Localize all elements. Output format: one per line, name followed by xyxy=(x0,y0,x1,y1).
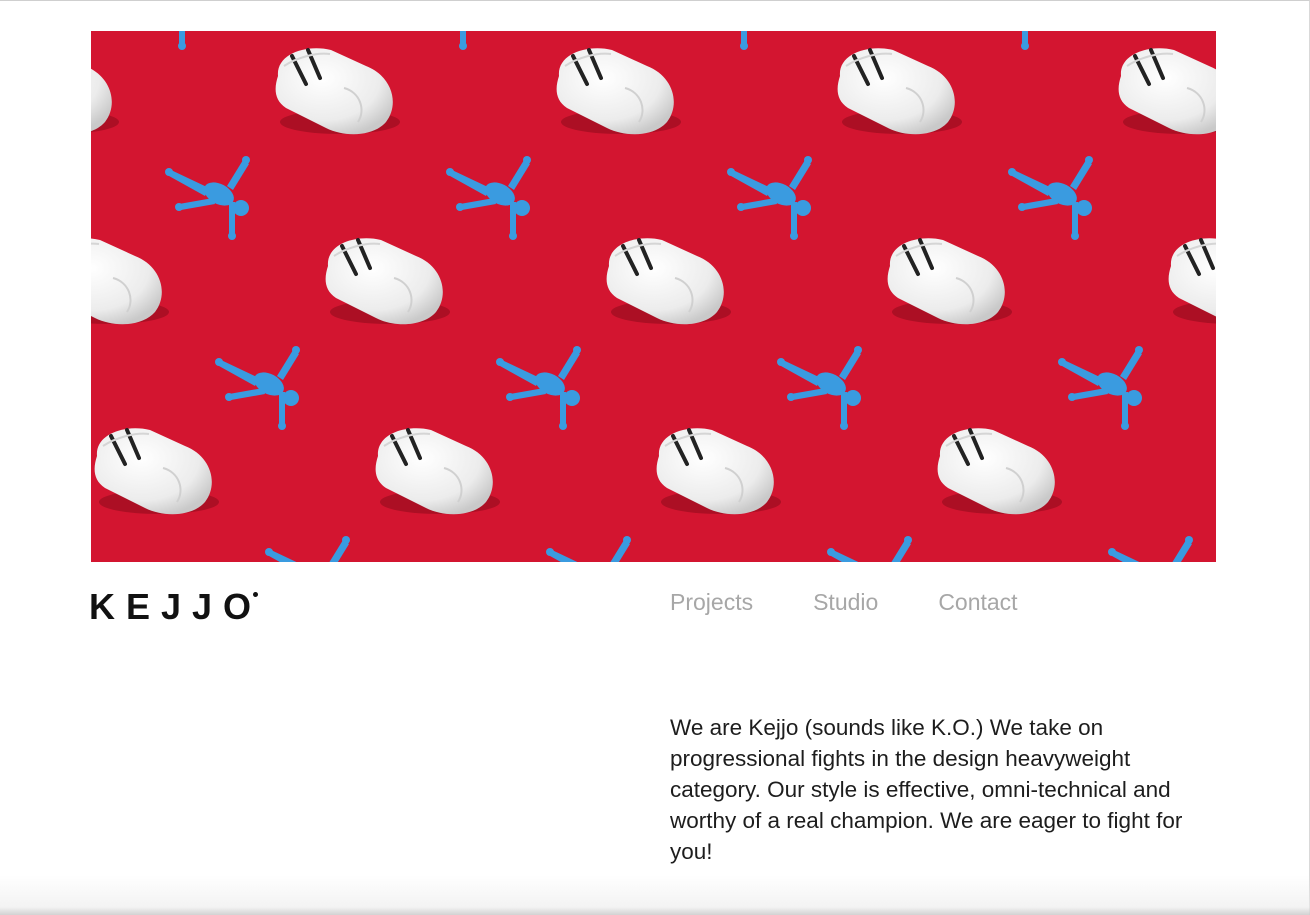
boxing-glove-icon xyxy=(885,236,1014,327)
boxing-glove-icon xyxy=(604,236,733,327)
fighter-figurine-icon xyxy=(115,31,200,50)
fighter-figurine-icon xyxy=(396,31,481,50)
fighter-figurine-icon xyxy=(215,346,300,430)
boxing-glove-icon xyxy=(835,46,964,137)
boxing-glove-icon xyxy=(654,426,783,517)
boxing-glove-icon xyxy=(91,46,121,137)
fighter-figurine-icon xyxy=(165,156,250,240)
boxing-glove-icon xyxy=(273,46,402,137)
fighter-figurine-icon xyxy=(827,536,912,562)
fighter-figurine-icon xyxy=(677,31,762,50)
main-nav: Projects Studio Contact xyxy=(670,589,1018,616)
boxing-glove-icon xyxy=(323,236,452,327)
fighter-figurine-icon xyxy=(1108,536,1193,562)
hero-image xyxy=(91,31,1216,562)
about-text: We are Kejjo (sounds like K.O.) We take … xyxy=(670,715,1183,864)
page: KEJJO Projects Studio Contact We are Kej… xyxy=(0,0,1310,915)
logo-dot-icon xyxy=(253,592,258,597)
fighter-figurine-icon xyxy=(777,346,862,430)
boxing-glove-icon xyxy=(935,426,1064,517)
nav-studio-link[interactable]: Studio xyxy=(813,589,878,616)
boxing-glove-icon xyxy=(1116,46,1216,137)
window-bottom-shadow xyxy=(0,875,1310,915)
fighter-figurine-icon xyxy=(1008,156,1093,240)
fighter-figurine-icon xyxy=(1058,346,1143,430)
fighter-figurine-icon xyxy=(727,156,812,240)
kejjo-logo[interactable]: KEJJO xyxy=(89,587,262,627)
boxing-glove-icon xyxy=(1166,236,1216,327)
boxing-glove-icon xyxy=(373,426,502,517)
fighter-figurine-icon xyxy=(265,536,350,562)
fighter-figurine-icon xyxy=(496,346,581,430)
boxing-glove-icon xyxy=(554,46,683,137)
nav-contact-link[interactable]: Contact xyxy=(938,589,1017,616)
boxing-glove-icon xyxy=(91,236,171,327)
boxing-glove-icon xyxy=(92,426,221,517)
nav-projects-link[interactable]: Projects xyxy=(670,589,753,616)
fighter-figurine-icon xyxy=(958,31,1043,50)
fighter-figurine-icon xyxy=(446,156,531,240)
hero-pattern xyxy=(91,31,1216,562)
fighter-figurine-icon xyxy=(546,536,631,562)
